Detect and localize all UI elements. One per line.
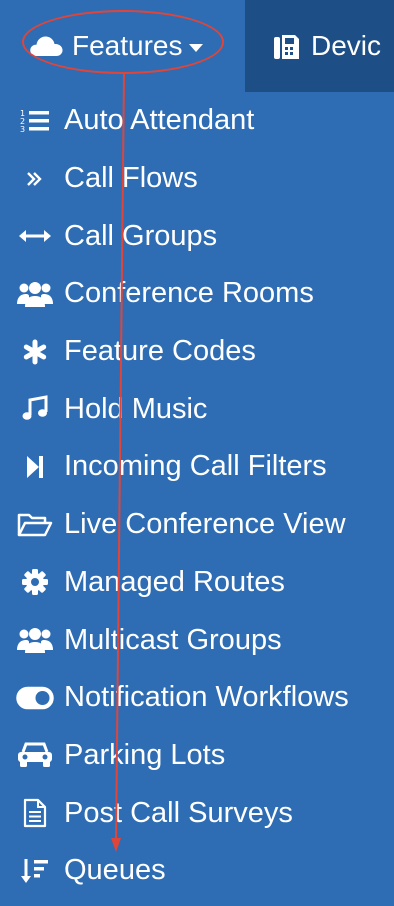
menu-item-hold-music[interactable]: Hold Music (0, 380, 394, 438)
devices-label: Devic (311, 30, 382, 61)
svg-text:3: 3 (20, 125, 25, 134)
gear-icon (16, 567, 54, 597)
menu-item-call-groups[interactable]: Call Groups (0, 207, 394, 265)
asterisk-icon (16, 337, 54, 367)
menu-item-label: Post Call Surveys (64, 796, 293, 829)
menu-item-label: Conference Rooms (64, 277, 314, 310)
menu-item-label: Incoming Call Filters (64, 450, 327, 483)
menu-item-post-call-surveys[interactable]: Post Call Surveys (0, 784, 394, 842)
devices-tab[interactable]: Devic (245, 0, 394, 92)
menu-item-feature-codes[interactable]: Feature Codes (0, 323, 394, 381)
menu-item-label: Live Conference View (64, 508, 346, 541)
features-dropdown-toggle[interactable]: Features (0, 0, 245, 92)
menu-item-label: Feature Codes (64, 335, 256, 368)
fax-icon (274, 35, 299, 59)
features-dropdown-menu: 1 2 3 Auto Attendant Call Flows Call Gro… (0, 92, 394, 900)
menu-item-live-conference-view[interactable]: Live Conference View (0, 496, 394, 554)
cloud-icon (30, 36, 63, 56)
step-forward-icon (16, 452, 54, 482)
users-icon (16, 279, 54, 309)
users-icon (16, 625, 54, 655)
menu-item-conference-rooms[interactable]: Conference Rooms (0, 265, 394, 323)
menu-item-notification-workflows[interactable]: Notification Workflows (0, 669, 394, 727)
menu-item-label: Managed Routes (64, 565, 285, 598)
toggle-on-icon (16, 683, 54, 713)
menu-item-label: Call Flows (64, 162, 198, 195)
menu-item-label: Queues (64, 854, 166, 887)
menu-item-call-flows[interactable]: Call Flows (0, 150, 394, 208)
menu-item-label: Call Groups (64, 219, 218, 252)
menu-item-queues[interactable]: Queues (0, 842, 394, 900)
features-label: Features (72, 30, 183, 61)
file-text-icon (16, 798, 54, 828)
menu-item-label: Hold Music (64, 392, 208, 425)
music-icon (16, 394, 54, 424)
menu-item-incoming-call-filters[interactable]: Incoming Call Filters (0, 438, 394, 496)
caret-down-icon (188, 44, 203, 52)
menu-item-managed-routes[interactable]: Managed Routes (0, 554, 394, 612)
menu-item-auto-attendant[interactable]: 1 2 3 Auto Attendant (0, 92, 394, 150)
menu-item-label: Auto Attendant (64, 104, 255, 137)
menu-item-multicast-groups[interactable]: Multicast Groups (0, 611, 394, 669)
folder-open-icon (16, 510, 54, 540)
arrows-h-icon (16, 221, 54, 251)
list-ol-icon: 1 2 3 (16, 106, 54, 136)
car-icon (16, 740, 54, 770)
menu-item-label: Parking Lots (64, 738, 226, 771)
angle-double-right-icon (16, 164, 54, 194)
menu-item-label: Multicast Groups (64, 623, 282, 656)
top-nav-bar: Features Devic (0, 0, 394, 92)
menu-item-parking-lots[interactable]: Parking Lots (0, 727, 394, 785)
menu-item-label: Notification Workflows (64, 681, 349, 714)
sort-amount-down-icon (16, 856, 54, 886)
